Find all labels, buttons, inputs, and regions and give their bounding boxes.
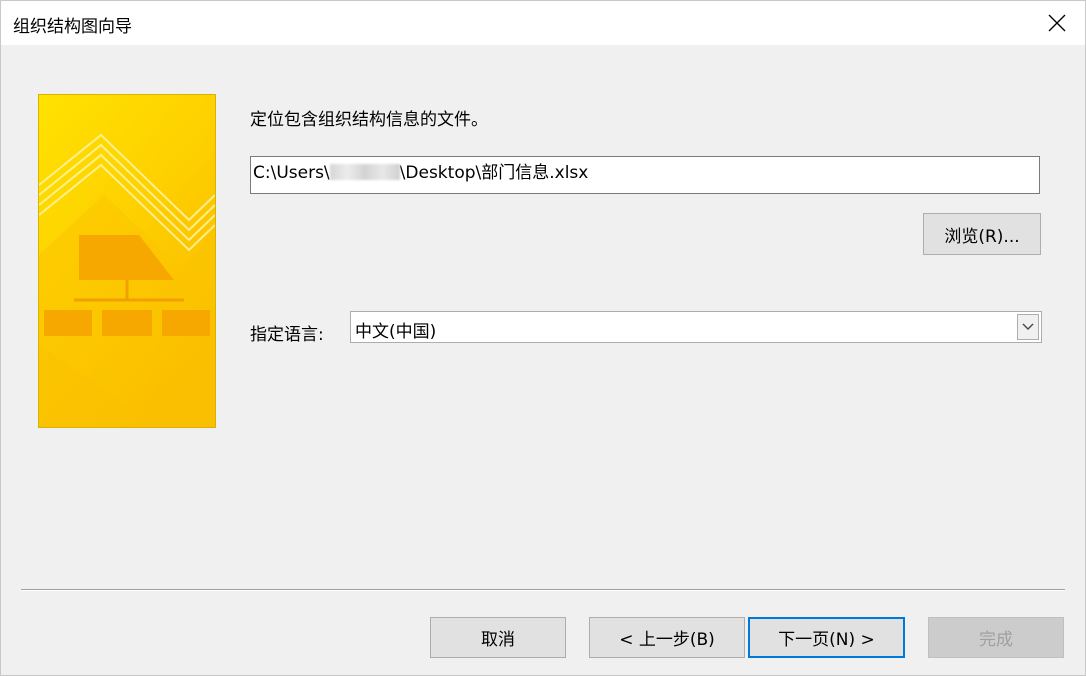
org-chart-illustration: [38, 94, 216, 428]
browse-button[interactable]: 浏览(R)...: [923, 213, 1041, 255]
dropdown-button[interactable]: [1017, 314, 1039, 340]
back-button[interactable]: < 上一步(B): [589, 617, 745, 658]
wizard-dialog: 组织结构图向导 定位包含组织结构信息的文件。 C:\Users\ \Deskto…: [0, 0, 1086, 676]
language-select[interactable]: 中文(中国): [350, 311, 1042, 343]
chevron-down-icon: [1022, 323, 1034, 330]
title-bar: 组织结构图向导: [1, 1, 1085, 45]
instruction-text: 定位包含组织结构信息的文件。: [250, 110, 488, 130]
redacted-username: [329, 164, 400, 180]
footer-separator: [21, 589, 1065, 591]
language-selected-value: 中文(中国): [355, 322, 437, 342]
language-label: 指定语言:: [250, 325, 324, 345]
file-path-input[interactable]: C:\Users\ \Desktop\部门信息.xlsx: [250, 156, 1040, 194]
close-button[interactable]: [1029, 1, 1085, 45]
finish-button[interactable]: 完成: [928, 617, 1064, 658]
file-path-prefix: C:\Users\: [253, 163, 330, 183]
window-title: 组织结构图向导: [13, 17, 132, 37]
close-icon: [1048, 14, 1066, 32]
file-path-suffix: \Desktop\部门信息.xlsx: [399, 163, 589, 183]
next-button[interactable]: 下一页(N) >: [748, 617, 905, 658]
cancel-button[interactable]: 取消: [430, 617, 566, 658]
